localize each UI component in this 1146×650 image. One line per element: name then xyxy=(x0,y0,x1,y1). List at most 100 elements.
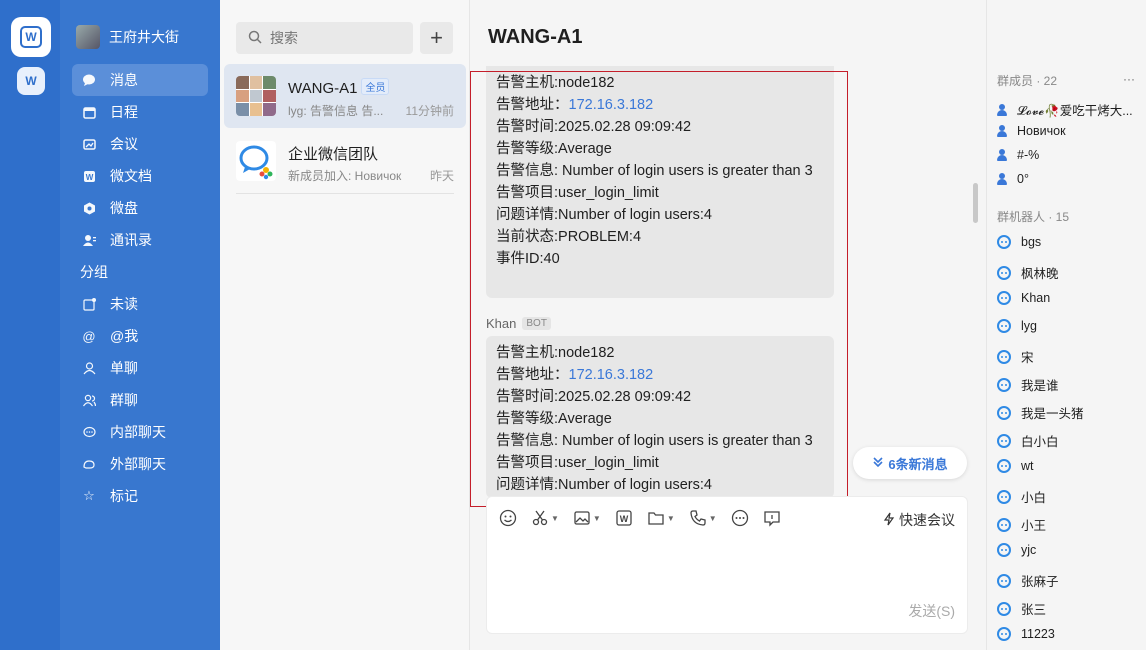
message-line: 事件ID:40 xyxy=(496,251,560,267)
bot-row[interactable]: bgs xyxy=(997,235,1041,249)
image-icon[interactable]: ▼ xyxy=(573,509,601,527)
nav-item-label: 标记 xyxy=(110,488,138,504)
message-line: 告警等级:Average xyxy=(496,411,612,427)
message-line: 告警时间:2025.02.28 09:09:42 xyxy=(496,389,692,405)
person-icon xyxy=(997,149,1007,161)
scrollbar-thumb[interactable] xyxy=(973,183,978,223)
message-line: 告警项目:user_login_limit xyxy=(496,185,659,201)
profile[interactable]: 王府井大街 xyxy=(76,25,179,49)
member-row[interactable]: 𝓛𝓸𝓿𝓮🥀爱吃干烤大... xyxy=(997,100,1133,119)
nav-item-docs[interactable]: W 微文档 xyxy=(72,160,208,192)
nav-item-single-chat[interactable]: 单聊 xyxy=(72,352,208,384)
member-name: 𝓛𝓸𝓿𝓮🥀爱吃干烤大... xyxy=(1017,104,1133,118)
member-row[interactable]: 0° xyxy=(997,172,1029,186)
robot-icon xyxy=(997,543,1011,557)
bot-row[interactable]: 宋 xyxy=(997,347,1034,366)
meeting-icon xyxy=(82,137,96,151)
bot-name: 11223 xyxy=(1021,627,1055,641)
bot-name: 我是谁 xyxy=(1021,379,1059,393)
robot-icon xyxy=(997,377,1011,392)
bot-row[interactable]: 11223 xyxy=(997,627,1055,641)
lightning-icon xyxy=(882,512,896,529)
nav-item-starred[interactable]: ☆ 标记 xyxy=(72,480,208,512)
robot-icon xyxy=(997,627,1011,641)
members-more-icon[interactable]: ··· xyxy=(1123,72,1135,86)
message-bubble[interactable]: 告警主机:node182 告警地址：172.16.3.182 告警时间:2025… xyxy=(486,336,834,498)
message-bubble[interactable]: 告警主机:node182 告警地址：172.16.3.182 告警时间:2025… xyxy=(486,66,834,298)
at-icon: @ xyxy=(82,328,96,344)
member-row[interactable]: #-% xyxy=(997,148,1039,162)
nav-item-external-chat[interactable]: 外部聊天 xyxy=(72,448,208,480)
robot-icon xyxy=(997,517,1011,532)
nav-item-mentions[interactable]: @ @我 xyxy=(72,320,208,352)
bot-row[interactable]: 张三 xyxy=(997,599,1046,618)
bot-row[interactable]: 枫林晚 xyxy=(997,263,1059,282)
bot-row[interactable]: 小王 xyxy=(997,515,1046,534)
nav-item-group-chat[interactable]: 群聊 xyxy=(72,384,208,416)
calendar-icon xyxy=(82,105,96,119)
nav-item-label: 日程 xyxy=(110,104,138,120)
nav-item-messages[interactable]: 消息 xyxy=(72,64,208,96)
send-button[interactable]: 发送(S) xyxy=(908,601,955,621)
nav-item-drive[interactable]: 微盘 xyxy=(72,192,208,224)
person-icon xyxy=(997,103,1007,116)
nav-item-internal-chat[interactable]: 内部聊天 xyxy=(72,416,208,448)
conversation-time: 11分钟前 xyxy=(405,104,454,118)
nav-item-unread[interactable]: 未读 xyxy=(72,288,208,320)
bot-name: 白小白 xyxy=(1021,435,1059,449)
message-line: 当前状态:PROBLEM:4 xyxy=(496,229,642,245)
chat-title: WANG-A1 xyxy=(488,26,583,48)
new-messages-button[interactable]: 6条新消息 xyxy=(853,447,967,479)
ip-link[interactable]: 172.16.3.182 xyxy=(569,97,654,113)
nav-item-label: 群聊 xyxy=(110,392,138,408)
ip-link[interactable]: 172.16.3.182 xyxy=(569,367,654,383)
nav-item-label: 单聊 xyxy=(110,360,138,376)
phone-icon[interactable]: ▼ xyxy=(689,509,717,527)
folder-icon[interactable]: ▼ xyxy=(647,509,675,527)
bot-row[interactable]: 张麻子 xyxy=(997,571,1059,590)
conversation-item[interactable]: WANG-A1 全员 lyg: 告警信息 告... 11分钟前 xyxy=(224,64,466,128)
quick-meeting-button[interactable]: 快速会议 xyxy=(882,510,955,530)
nav-item-calendar[interactable]: 日程 xyxy=(72,96,208,128)
secondary-app-icon[interactable]: W xyxy=(17,67,45,95)
group-section-title: 分组 xyxy=(80,264,108,280)
profile-name: 王府井大街 xyxy=(109,29,179,45)
bot-name: 小王 xyxy=(1021,519,1047,533)
conversation-item[interactable]: 企业微信团队 新成员加入: Новичок 昨天 xyxy=(224,129,466,193)
document-share-icon[interactable]: W xyxy=(615,509,633,527)
bot-row[interactable]: wt xyxy=(997,459,1034,473)
member-row[interactable]: Новичок xyxy=(997,124,1066,138)
bot-row[interactable]: 我是一头猪 xyxy=(997,403,1084,422)
all-members-badge: 全员 xyxy=(361,78,390,95)
bot-row[interactable]: 我是谁 xyxy=(997,375,1059,394)
single-chat-icon xyxy=(82,361,96,375)
message-box-icon[interactable] xyxy=(763,509,781,527)
unread-icon xyxy=(82,297,96,311)
wecom-app-icon[interactable]: W xyxy=(13,19,49,55)
screenshot-icon[interactable]: ▼ xyxy=(531,509,559,527)
bot-row[interactable]: lyg xyxy=(997,319,1037,333)
person-icon xyxy=(997,125,1007,137)
more-options-icon[interactable] xyxy=(731,509,749,527)
conversation-preview: 新成员加入: Новичок xyxy=(288,169,402,183)
caret-down-icon: ▼ xyxy=(551,513,559,523)
bot-row[interactable]: 白小白 xyxy=(997,431,1059,450)
message-sender[interactable]: Khan BOT xyxy=(486,316,551,331)
bot-row[interactable]: Khan xyxy=(997,291,1050,305)
message-composer[interactable]: ▼ ▼ W ▼ ▼ 快速会议 发送(S) xyxy=(486,496,968,634)
search-input[interactable] xyxy=(270,30,400,46)
bot-row[interactable]: 小白 xyxy=(997,487,1046,506)
bot-row[interactable]: yjc xyxy=(997,543,1036,557)
person-icon xyxy=(997,173,1007,185)
member-name: 0° xyxy=(1017,172,1029,186)
nav-item-label: @我 xyxy=(110,328,139,344)
avatar[interactable] xyxy=(76,25,100,49)
search-box[interactable] xyxy=(236,22,413,54)
add-button[interactable]: + xyxy=(420,22,453,54)
conversation-preview: lyg: 告警信息 告... xyxy=(288,104,384,118)
nav-item-meeting[interactable]: 会议 xyxy=(72,128,208,160)
bots-header: 群机器人 · 15 xyxy=(997,210,1070,224)
emoji-icon[interactable] xyxy=(499,509,517,527)
nav-item-contacts[interactable]: 通讯录 xyxy=(72,224,208,256)
star-icon: ☆ xyxy=(83,488,95,503)
